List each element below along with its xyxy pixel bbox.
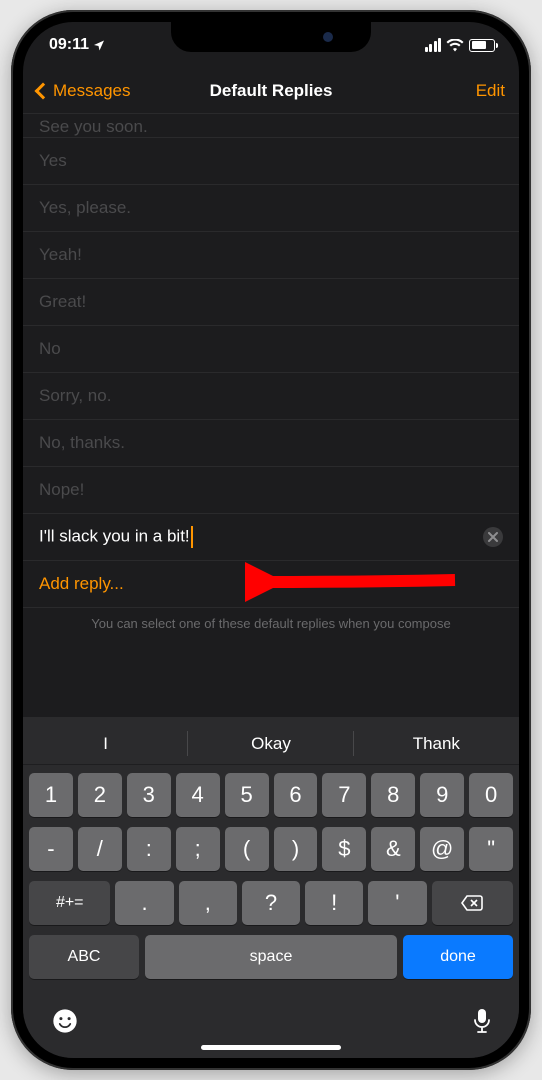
list-item[interactable]: Sorry, no. bbox=[23, 373, 519, 420]
list-item[interactable]: See you soon. bbox=[23, 114, 519, 138]
key-lparen[interactable]: ( bbox=[225, 827, 269, 871]
key-at[interactable]: @ bbox=[420, 827, 464, 871]
close-icon bbox=[488, 532, 498, 542]
phone-frame: 09:11 Messages Default Replies Edit See … bbox=[11, 10, 531, 1070]
key-exclaim[interactable]: ! bbox=[305, 881, 363, 925]
key-8[interactable]: 8 bbox=[371, 773, 415, 817]
input-value: I'll slack you in a bit! bbox=[39, 526, 190, 545]
key-6[interactable]: 6 bbox=[274, 773, 318, 817]
text-cursor bbox=[191, 526, 193, 548]
screen: 09:11 Messages Default Replies Edit See … bbox=[23, 22, 519, 1058]
key-amp[interactable]: & bbox=[371, 827, 415, 871]
keyboard: I Okay Thank 1 2 3 4 5 6 7 8 9 0 bbox=[23, 717, 519, 1058]
key-period[interactable]: . bbox=[115, 881, 173, 925]
key-9[interactable]: 9 bbox=[420, 773, 464, 817]
keyboard-footer bbox=[23, 993, 519, 1041]
list-item[interactable]: Yes, please. bbox=[23, 185, 519, 232]
status-icons bbox=[425, 38, 496, 52]
battery-icon bbox=[469, 39, 495, 52]
back-button[interactable]: Messages bbox=[37, 81, 130, 101]
key-7[interactable]: 7 bbox=[322, 773, 366, 817]
suggestion[interactable]: Okay bbox=[188, 723, 353, 764]
status-time: 09:11 bbox=[49, 36, 89, 54]
list-item[interactable]: Yes bbox=[23, 138, 519, 185]
suggestion[interactable]: Thank bbox=[354, 723, 519, 764]
list-item[interactable]: Yeah! bbox=[23, 232, 519, 279]
key-question[interactable]: ? bbox=[242, 881, 300, 925]
clear-button[interactable] bbox=[483, 527, 503, 547]
list-item[interactable]: Great! bbox=[23, 279, 519, 326]
back-label: Messages bbox=[53, 81, 130, 101]
emoji-icon[interactable] bbox=[51, 1007, 79, 1035]
cellular-icon bbox=[425, 38, 442, 52]
add-reply-button[interactable]: Add reply... bbox=[23, 561, 519, 608]
replies-list[interactable]: See you soon. Yes Yes, please. Yeah! Gre… bbox=[23, 114, 519, 633]
key-abc[interactable]: ABC bbox=[29, 935, 139, 979]
key-3[interactable]: 3 bbox=[127, 773, 171, 817]
key-0[interactable]: 0 bbox=[469, 773, 513, 817]
footer-text: You can select one of these default repl… bbox=[23, 608, 519, 633]
key-backspace[interactable] bbox=[432, 881, 513, 925]
location-icon bbox=[93, 39, 105, 51]
edit-button[interactable]: Edit bbox=[476, 81, 505, 101]
key-slash[interactable]: / bbox=[78, 827, 122, 871]
key-dollar[interactable]: $ bbox=[322, 827, 366, 871]
key-4[interactable]: 4 bbox=[176, 773, 220, 817]
key-comma[interactable]: , bbox=[179, 881, 237, 925]
suggestion[interactable]: I bbox=[23, 723, 188, 764]
wifi-icon bbox=[446, 39, 464, 52]
key-semicolon[interactable]: ; bbox=[176, 827, 220, 871]
page-title: Default Replies bbox=[210, 81, 333, 101]
keyboard-keys: 1 2 3 4 5 6 7 8 9 0 - / : ; ( ) bbox=[23, 765, 519, 993]
key-done[interactable]: done bbox=[403, 935, 513, 979]
key-quote[interactable]: " bbox=[469, 827, 513, 871]
key-1[interactable]: 1 bbox=[29, 773, 73, 817]
key-2[interactable]: 2 bbox=[78, 773, 122, 817]
key-dash[interactable]: - bbox=[29, 827, 73, 871]
key-space[interactable]: space bbox=[145, 935, 397, 979]
new-reply-input-row[interactable]: I'll slack you in a bit! bbox=[23, 514, 519, 561]
home-indicator[interactable] bbox=[201, 1045, 341, 1050]
key-rparen[interactable]: ) bbox=[274, 827, 318, 871]
chevron-left-icon bbox=[35, 82, 52, 99]
notch bbox=[171, 22, 371, 52]
backspace-icon bbox=[460, 894, 484, 912]
key-5[interactable]: 5 bbox=[225, 773, 269, 817]
mic-icon[interactable] bbox=[473, 1008, 491, 1034]
list-item[interactable]: No bbox=[23, 326, 519, 373]
nav-bar: Messages Default Replies Edit bbox=[23, 68, 519, 114]
key-symbols[interactable]: #+= bbox=[29, 881, 110, 925]
list-item[interactable]: No, thanks. bbox=[23, 420, 519, 467]
key-apostrophe[interactable]: ' bbox=[368, 881, 426, 925]
new-reply-input[interactable]: I'll slack you in a bit! bbox=[39, 526, 483, 548]
keyboard-suggestions: I Okay Thank bbox=[23, 723, 519, 765]
status-time-area: 09:11 bbox=[49, 36, 105, 54]
list-item[interactable]: Nope! bbox=[23, 467, 519, 514]
key-colon[interactable]: : bbox=[127, 827, 171, 871]
